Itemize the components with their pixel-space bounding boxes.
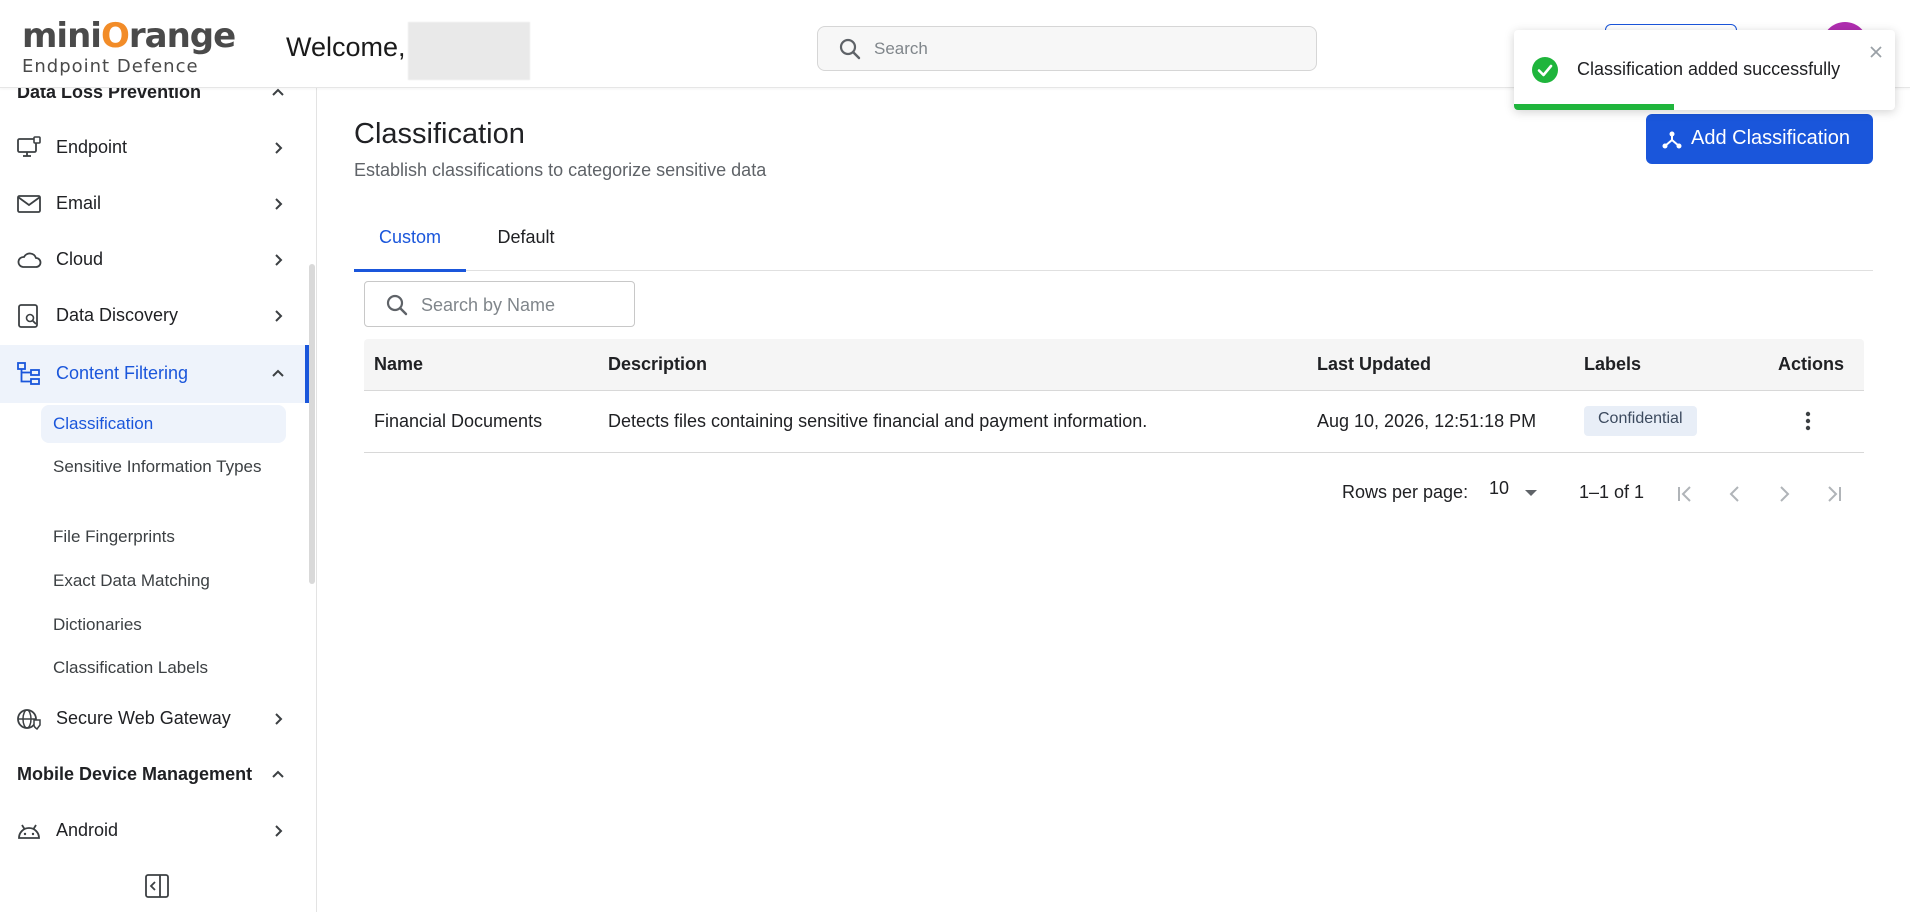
logo-subtitle: Endpoint Defence: [22, 56, 199, 77]
logo-text-range: range: [128, 16, 236, 56]
chevron-right-icon: [268, 250, 288, 270]
page-title: Classification: [354, 118, 525, 150]
tab-custom[interactable]: Custom: [354, 222, 466, 272]
section-mobile-device-management[interactable]: Mobile Device Management: [17, 764, 252, 785]
table-row[interactable]: Financial Documents Detects files contai…: [364, 391, 1864, 453]
globe-shield-icon: [16, 706, 42, 732]
close-icon[interactable]: [1868, 44, 1884, 60]
tab-default[interactable]: Default: [466, 222, 586, 271]
page-subtitle: Establish classifications to categorize …: [354, 160, 767, 180]
cloud-icon: [16, 247, 42, 273]
hierarchy-icon: [1660, 128, 1684, 152]
sidebar-item-email[interactable]: Email: [0, 178, 310, 230]
chevron-right-icon: [268, 194, 288, 214]
column-header-description[interactable]: Description: [608, 354, 707, 375]
sidebar-item-android[interactable]: Android: [0, 805, 310, 857]
sidebar-item-label: Email: [56, 193, 102, 213]
search-icon: [385, 293, 409, 317]
previous-page-icon[interactable]: [1721, 480, 1749, 508]
sidebar-subitem-classification[interactable]: Classification: [41, 405, 286, 443]
toast-message: Classification added successfully: [1577, 59, 1841, 79]
column-header-name[interactable]: Name: [374, 354, 423, 375]
chevron-right-icon: [268, 306, 288, 326]
sidebar-item-secure-web-gateway[interactable]: Secure Web Gateway: [0, 693, 310, 745]
sidebar-item-label: Secure Web Gateway: [56, 708, 231, 728]
cell-name: Financial Documents: [374, 411, 543, 431]
rows-per-page-value: 10: [1489, 478, 1510, 498]
sidebar-item-label: Data Discovery: [56, 305, 179, 325]
chevron-right-icon: [268, 821, 288, 841]
rows-per-page-label: Rows per page:: [1342, 482, 1469, 502]
sidebar-subitem-file-fingerprints[interactable]: File Fingerprints: [53, 524, 175, 550]
logo-text-mini: mini: [22, 16, 102, 56]
endpoint-icon: [16, 135, 42, 161]
sidebar-subitem-dictionaries[interactable]: Dictionaries: [53, 612, 142, 638]
chevron-up-icon[interactable]: [268, 764, 288, 784]
cell-last-updated: Aug 10, 2026, 12:51:18 PM: [1317, 411, 1537, 431]
label-badge: Confidential: [1584, 406, 1697, 436]
sidebar-item-label: Android: [56, 820, 119, 840]
sidebar-item-label: Endpoint: [56, 137, 128, 157]
caret-down-icon: [1525, 490, 1537, 496]
chevron-right-icon: [268, 709, 288, 729]
table-header: Name Description Last Updated Labels Act…: [364, 339, 1864, 391]
redacted-username: [408, 22, 530, 80]
column-header-last-updated[interactable]: Last Updated: [1317, 354, 1431, 375]
last-page-icon[interactable]: [1820, 480, 1848, 508]
rows-per-page-select[interactable]: 10: [1489, 478, 1539, 508]
sidebar-item-label: Cloud: [56, 249, 104, 269]
sidebar: Data Loss Prevention Endpoint Email Clou…: [0, 88, 317, 912]
collapse-sidebar-icon[interactable]: [144, 873, 170, 899]
first-page-icon[interactable]: [1671, 480, 1699, 508]
logo-o-icon: O: [100, 16, 130, 56]
global-search[interactable]: [817, 26, 1317, 71]
pagination-range: 1–1 of 1: [1579, 482, 1645, 502]
welcome-text: Welcome,: [286, 32, 406, 62]
sidebar-subitem-exact-data-matching[interactable]: Exact Data Matching: [53, 568, 210, 594]
cell-description: Detects files containing sensitive finan…: [608, 411, 1148, 431]
toast-progress-bar: [1514, 104, 1675, 110]
add-classification-label: Add Classification: [1691, 127, 1850, 149]
search-icon: [838, 37, 862, 61]
global-search-input[interactable]: [874, 35, 1294, 63]
sidebar-subitem-sensitive-information-types[interactable]: Sensitive Information Types: [53, 454, 263, 480]
chevron-right-icon: [268, 138, 288, 158]
success-toast: Classification added successfully: [1514, 30, 1895, 110]
content-filtering-icon: [16, 361, 42, 387]
check-circle-icon: [1531, 56, 1559, 84]
sidebar-item-endpoint[interactable]: Endpoint: [0, 122, 310, 174]
chevron-up-icon[interactable]: [268, 88, 288, 102]
column-header-labels: Labels: [1584, 354, 1642, 374]
next-page-icon[interactable]: [1770, 480, 1798, 508]
search-by-name[interactable]: [364, 281, 635, 327]
section-data-loss-prevention[interactable]: Data Loss Prevention: [17, 88, 201, 103]
sidebar-item-data-discovery[interactable]: Data Discovery: [0, 290, 310, 342]
android-icon: [16, 818, 42, 844]
sidebar-item-cloud[interactable]: Cloud: [0, 234, 310, 286]
sidebar-item-content-filtering[interactable]: Content Filtering: [0, 345, 310, 403]
add-classification-button[interactable]: Add Classification: [1646, 114, 1873, 164]
search-by-name-input[interactable]: [421, 291, 621, 319]
more-actions-icon[interactable]: [1796, 409, 1820, 433]
sidebar-subitem-classification-labels[interactable]: Classification Labels: [53, 655, 208, 681]
chevron-up-icon: [268, 363, 288, 383]
sidebar-scrollbar[interactable]: [309, 264, 315, 584]
tab-bar: Custom Default: [354, 222, 1873, 272]
sidebar-item-label: Content Filtering: [56, 363, 189, 383]
column-header-actions: Actions: [1778, 354, 1845, 374]
miniorange-logo[interactable]: miniOrange Endpoint Defence: [22, 16, 236, 78]
data-discovery-icon: [16, 303, 42, 329]
mail-icon: [16, 191, 42, 217]
